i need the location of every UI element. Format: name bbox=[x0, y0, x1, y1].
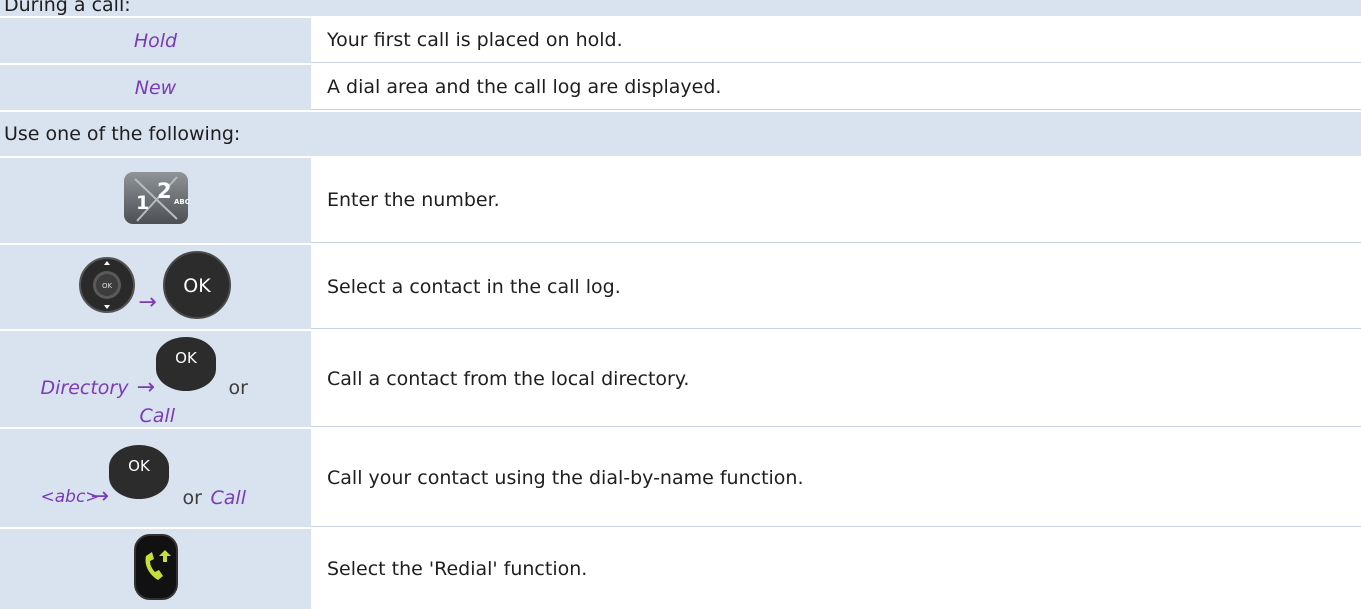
arrow-icon: → bbox=[138, 289, 157, 315]
navigator-center-label: OK bbox=[102, 282, 113, 290]
ok-button-icon[interactable]: OK bbox=[161, 250, 233, 325]
abc-ok-label: OK bbox=[128, 457, 151, 475]
table-row-dial-by-name: <abc> → OK or Call Call your contact usi… bbox=[0, 427, 1361, 527]
navigator-ok-icon[interactable]: OK bbox=[78, 255, 136, 320]
table-row-directory: Directory → OK or Call Call a contact fr… bbox=[0, 329, 1361, 427]
section-header-row: Use one of the following: bbox=[0, 110, 1361, 156]
redial-description: Select the 'Redial' function. bbox=[327, 558, 588, 580]
abc-call-key[interactable]: Call bbox=[211, 487, 246, 509]
redial-icon[interactable] bbox=[132, 532, 180, 607]
hold-description: Your first call is placed on hold. bbox=[327, 29, 623, 51]
table-row-keypad: 1 2 ABC Enter the number. bbox=[0, 156, 1361, 243]
keypad-digit-2: 2 bbox=[157, 179, 172, 203]
abc-description: Call your contact using the dial-by-name… bbox=[327, 466, 804, 489]
directory-or: or bbox=[228, 377, 248, 399]
call-instructions-table: During a call: Hold Your first call is p… bbox=[0, 0, 1361, 609]
table-row-navigator: OK → OK Select a contact in the call log… bbox=[0, 243, 1361, 329]
table-row-hold: Hold Your first call is placed on hold. bbox=[0, 16, 1361, 63]
directory-ok-label: OK bbox=[175, 349, 198, 367]
abc-or: or bbox=[182, 487, 202, 509]
table-header-row: During a call: bbox=[0, 0, 1361, 16]
table-row-redial: Select the 'Redial' function. bbox=[0, 527, 1361, 609]
keypad-icon[interactable]: 1 2 ABC bbox=[121, 169, 191, 232]
navigator-description: Select a contact in the call log. bbox=[327, 275, 621, 298]
header-text: During a call: bbox=[4, 0, 131, 16]
table-row-new: New A dial area and the call log are dis… bbox=[0, 63, 1361, 110]
keypad-digit-1: 1 bbox=[136, 192, 149, 214]
abc-ok-icon[interactable]: OK bbox=[105, 443, 173, 506]
directory-call-key[interactable]: Call bbox=[140, 405, 175, 427]
section-header: Use one of the following: bbox=[4, 123, 241, 145]
new-description: A dial area and the call log are display… bbox=[327, 76, 722, 98]
keypad-description: Enter the number. bbox=[327, 189, 500, 211]
directory-key[interactable]: Directory bbox=[41, 377, 129, 399]
hold-key[interactable]: Hold bbox=[134, 30, 177, 52]
ok-button-label: OK bbox=[183, 275, 211, 297]
directory-description: Call a contact from the local directory. bbox=[327, 367, 690, 390]
new-key[interactable]: New bbox=[135, 77, 176, 99]
keypad-letters: ABC bbox=[174, 198, 190, 206]
directory-ok-icon[interactable]: OK bbox=[152, 335, 220, 398]
